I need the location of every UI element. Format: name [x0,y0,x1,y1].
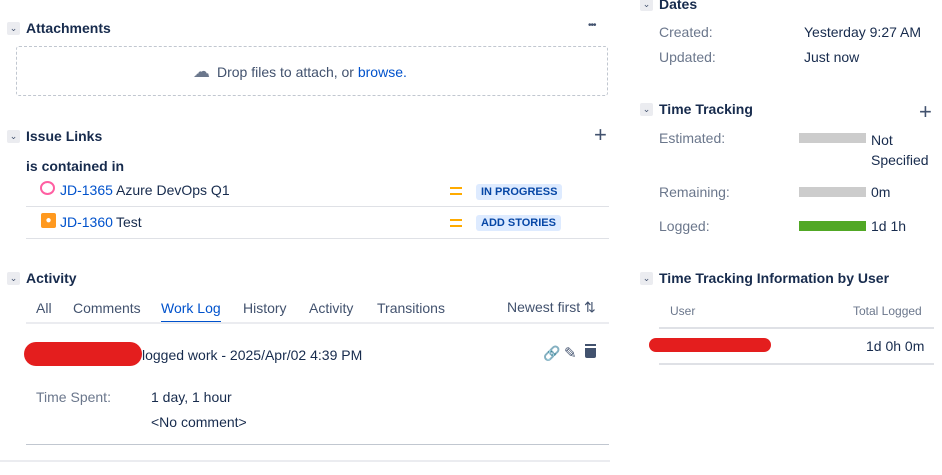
activity-title: Activity [26,270,77,286]
activity-collapse-toggle[interactable]: ⌄ [7,272,20,285]
priority-medium-icon [450,187,462,195]
redacted-username [24,342,142,366]
dates-collapse-toggle[interactable]: ⌄ [640,0,653,11]
remaining-value: 0m [871,184,891,200]
user-total-logged: 1d 0h 0m [866,338,925,354]
link-relation-label: is contained in [26,158,125,174]
sort-icon: ⇅ [580,299,596,315]
logged-bar-fill [799,221,866,231]
tab-all[interactable]: All [36,300,52,316]
status-badge: ADD STORIES [476,215,561,231]
created-value: Yesterday 9:27 AM [804,24,922,40]
estimated-value: Not Specified [871,132,929,168]
cloud-upload-icon: ☁ [193,62,210,81]
total-logged-column-header: Total Logged [853,304,922,318]
more-options-button[interactable]: ••• [588,20,596,31]
issue-links-collapse-toggle[interactable]: ⌄ [7,130,20,143]
edit-pencil-icon[interactable]: ✎ [564,344,577,362]
attachments-title: Attachments [26,20,111,36]
issue-key-link[interactable]: JD-1360 [60,214,113,230]
issue-key-link[interactable]: JD-1365 [60,182,113,198]
updated-label: Updated: [659,49,716,65]
status-badge: IN PROGRESS [476,184,563,200]
by-user-title: Time Tracking Information by User [659,270,890,286]
time-tracking-collapse-toggle[interactable]: ⌄ [640,103,653,116]
dates-title: Dates [659,0,698,12]
logged-value: 1d 1h [871,218,907,234]
tab-activity[interactable]: Activity [309,300,353,316]
issue-links-title: Issue Links [26,128,103,144]
updated-value: Just now [804,49,860,65]
attachments-collapse-toggle[interactable]: ⌄ [7,22,20,35]
browse-link[interactable]: browse. [358,64,407,80]
user-column-header: User [670,304,696,318]
drop-text: Drop files to attach, or [217,64,358,80]
created-label: Created: [659,24,713,40]
issue-summary: Azure DevOps Q1 [116,182,230,198]
time-spent-value: 1 day, 1 hour [151,389,232,405]
estimated-label: Estimated: [659,130,726,146]
idea-icon: ● [41,213,56,228]
add-issue-link-button[interactable]: + [594,122,607,148]
sort-order-button[interactable]: Newest first ⇅ [507,299,596,316]
epic-icon [40,181,55,195]
worklog-comment: <No comment> [151,414,247,430]
tab-comments[interactable]: Comments [73,300,141,316]
remaining-bar [799,187,866,197]
permalink-icon[interactable]: 🔗 [543,345,560,362]
log-work-add-button[interactable]: + [919,99,932,125]
attachment-dropzone[interactable]: ☁ Drop files to attach, or browse. [16,46,608,96]
by-user-collapse-toggle[interactable]: ⌄ [640,272,653,285]
worklog-header: logged work - 2025/Apr/02 4:39 PM [142,347,363,363]
priority-medium-icon [450,219,462,227]
tab-work-log[interactable]: Work Log [161,300,221,323]
remaining-label: Remaining: [659,184,730,200]
issue-summary: Test [116,214,142,230]
time-spent-label: Time Spent: [36,389,111,405]
redacted-username [649,338,771,352]
sort-label: Newest first [507,299,581,315]
tab-transitions[interactable]: Transitions [377,300,445,316]
time-tracking-title: Time Tracking [659,101,753,117]
tab-history[interactable]: History [243,300,287,316]
delete-trash-icon[interactable] [585,346,596,358]
logged-bar [799,221,866,231]
estimated-bar [799,133,866,143]
logged-label: Logged: [659,218,710,234]
